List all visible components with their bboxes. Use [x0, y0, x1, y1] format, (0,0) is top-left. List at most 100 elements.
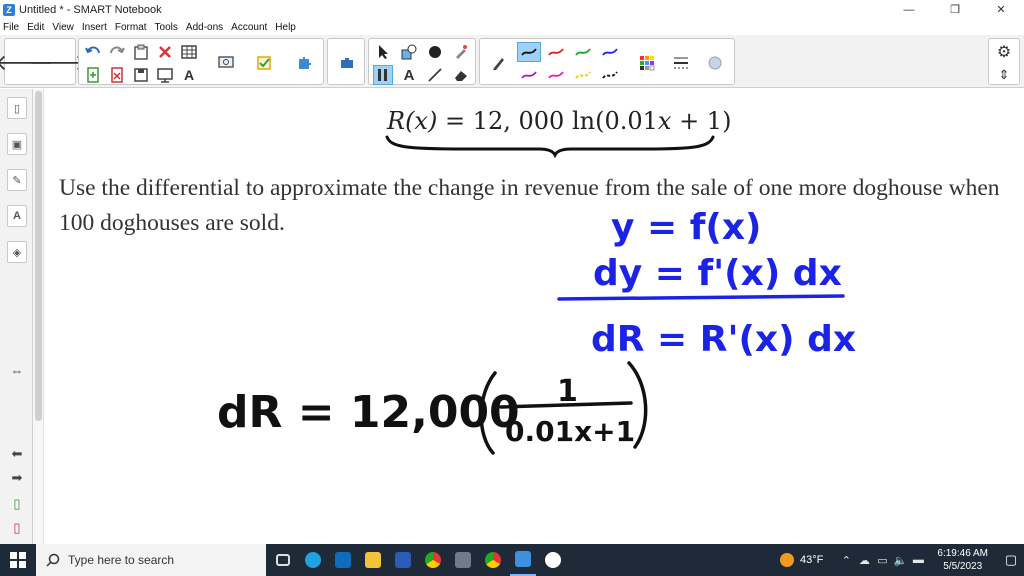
shape-tool-button[interactable]: [399, 42, 419, 62]
taskbar-screen-recorder[interactable]: [540, 544, 566, 576]
whiteboard-canvas[interactable]: R(x) = 12, 000 ln(0.01x + 1) Use the dif…: [45, 89, 1024, 544]
pen-tool-button[interactable]: [373, 65, 393, 85]
minimize-button[interactable]: —: [886, 0, 932, 19]
taskbar-clock[interactable]: 6:19:46 AM 5/5/2023: [937, 547, 988, 573]
task-view-icon: [276, 554, 290, 566]
taskbar-word[interactable]: [390, 544, 416, 576]
resize-panel-button[interactable]: ⇔: [8, 361, 26, 379]
close-button[interactable]: ✕: [978, 0, 1024, 19]
lesson-activity-button[interactable]: [332, 43, 362, 83]
pen-color-black-dashed[interactable]: [598, 65, 622, 85]
line-style-button[interactable]: [666, 43, 696, 83]
right-arrow-icon: ➡: [11, 470, 23, 485]
pen-color-purple[interactable]: [517, 65, 541, 85]
fill-tool-button[interactable]: [425, 42, 445, 62]
gallery-tab[interactable]: ▣: [7, 133, 27, 155]
pen-type-button[interactable]: [484, 43, 514, 83]
magic-pen-button[interactable]: [451, 42, 471, 62]
folder-icon: [365, 552, 381, 568]
menu-account[interactable]: Account: [231, 22, 267, 33]
menu-addons[interactable]: Add-ons: [186, 22, 223, 33]
checklist-icon: [257, 56, 271, 70]
start-button[interactable]: [0, 544, 36, 576]
customize-toolbar-button[interactable]: ⚙: [994, 42, 1014, 62]
calculator-icon: [455, 552, 471, 568]
paste-button[interactable]: [131, 42, 151, 62]
pen-color-blue[interactable]: [598, 42, 622, 62]
battery-icon[interactable]: ▬: [909, 554, 927, 566]
sidebar-delete-page-button[interactable]: ▯: [8, 519, 26, 537]
edge-icon: [305, 552, 321, 568]
taskbar-chrome[interactable]: [420, 544, 446, 576]
formula-underline-brace: [385, 135, 715, 159]
pen-stylus-icon: [378, 69, 387, 81]
task-view-button[interactable]: [270, 544, 296, 576]
attachments-tab[interactable]: ✎: [7, 169, 27, 191]
notification-icon[interactable]: ▢: [998, 552, 1024, 568]
save-button[interactable]: [131, 65, 151, 85]
menu-tools[interactable]: Tools: [155, 22, 178, 33]
volume-icon[interactable]: 🔈: [891, 554, 909, 567]
taskbar-edge[interactable]: [300, 544, 326, 576]
restore-button[interactable]: ❐: [932, 0, 978, 19]
color-palette-button[interactable]: [632, 43, 662, 83]
settings-group: ⚙ ⇕: [988, 38, 1020, 85]
taskbar-search-box[interactable]: Type here to search: [36, 544, 266, 576]
redo-button[interactable]: [107, 42, 127, 62]
chevron-up-icon[interactable]: ⌃: [837, 554, 855, 567]
pen-properties-group: [479, 38, 735, 85]
add-page-icon: [87, 67, 99, 83]
screen-capture-button[interactable]: [211, 43, 241, 83]
pen-color-yellow-dashed[interactable]: [571, 65, 595, 85]
next-page-button[interactable]: 🡒: [29, 43, 88, 83]
undo-button[interactable]: [83, 42, 103, 62]
pen-color-red[interactable]: [544, 42, 568, 62]
sidebar-add-page-button[interactable]: ▯: [8, 495, 26, 513]
delete-page-button[interactable]: [107, 65, 127, 85]
menu-insert[interactable]: Insert: [82, 22, 107, 33]
scroll-thumb[interactable]: [35, 91, 42, 421]
menu-file[interactable]: File: [3, 22, 19, 33]
page-sorter-tab[interactable]: ▯: [7, 97, 27, 119]
taskbar-calculator[interactable]: [450, 544, 476, 576]
taskbar-smart-notebook[interactable]: [510, 544, 536, 576]
text-tool-button[interactable]: A: [399, 65, 419, 85]
taskbar-outlook[interactable]: [330, 544, 356, 576]
add-page-button[interactable]: [83, 65, 103, 85]
move-toolbar-button[interactable]: ⇕: [994, 65, 1014, 85]
activity-builder-button[interactable]: [249, 43, 279, 83]
taskbar-chrome-2[interactable]: [480, 544, 506, 576]
pen-color-black[interactable]: [517, 42, 541, 62]
taskbar-file-explorer[interactable]: [360, 544, 386, 576]
properties-tab[interactable]: A: [7, 205, 27, 227]
screen-capture-icon: [218, 56, 234, 68]
menu-format[interactable]: Format: [115, 22, 147, 33]
menu-help[interactable]: Help: [275, 22, 296, 33]
line-tool-button[interactable]: [425, 65, 445, 85]
purple-stroke-icon: [521, 71, 537, 79]
weather-widget[interactable]: 43°F: [780, 553, 823, 567]
black-stroke-icon: [521, 48, 537, 56]
text-tool-small-button[interactable]: A: [179, 65, 199, 85]
side-panel: ▯ ▣ ✎ A ◈ ⇔ ⬅ ➡ ▯ ▯: [0, 89, 33, 544]
pen-color-magenta[interactable]: [544, 65, 568, 85]
menu-view[interactable]: View: [52, 22, 74, 33]
pen-color-green[interactable]: [571, 42, 595, 62]
fill-effects-button[interactable]: [700, 43, 730, 83]
addons-tab[interactable]: ◈: [7, 241, 27, 263]
page-scrollbar[interactable]: [33, 89, 44, 544]
cloud-icon[interactable]: ☁: [855, 554, 873, 567]
eraser-tool-button[interactable]: [451, 65, 471, 85]
screen-shade-icon: [157, 68, 173, 83]
delete-page-icon: ▯: [13, 520, 21, 535]
menu-edit[interactable]: Edit: [27, 22, 44, 33]
sidebar-previous-button[interactable]: ⬅: [8, 445, 26, 463]
delete-button[interactable]: [155, 42, 175, 62]
insert-table-button[interactable]: [179, 42, 199, 62]
screen-shade-button[interactable]: [155, 65, 175, 85]
sidebar-next-button[interactable]: ➡: [8, 469, 26, 487]
display-icon[interactable]: ▭: [873, 554, 891, 567]
fill-effects-icon: [708, 56, 722, 70]
addons-button[interactable]: [289, 43, 319, 83]
select-tool-button[interactable]: [373, 42, 393, 62]
